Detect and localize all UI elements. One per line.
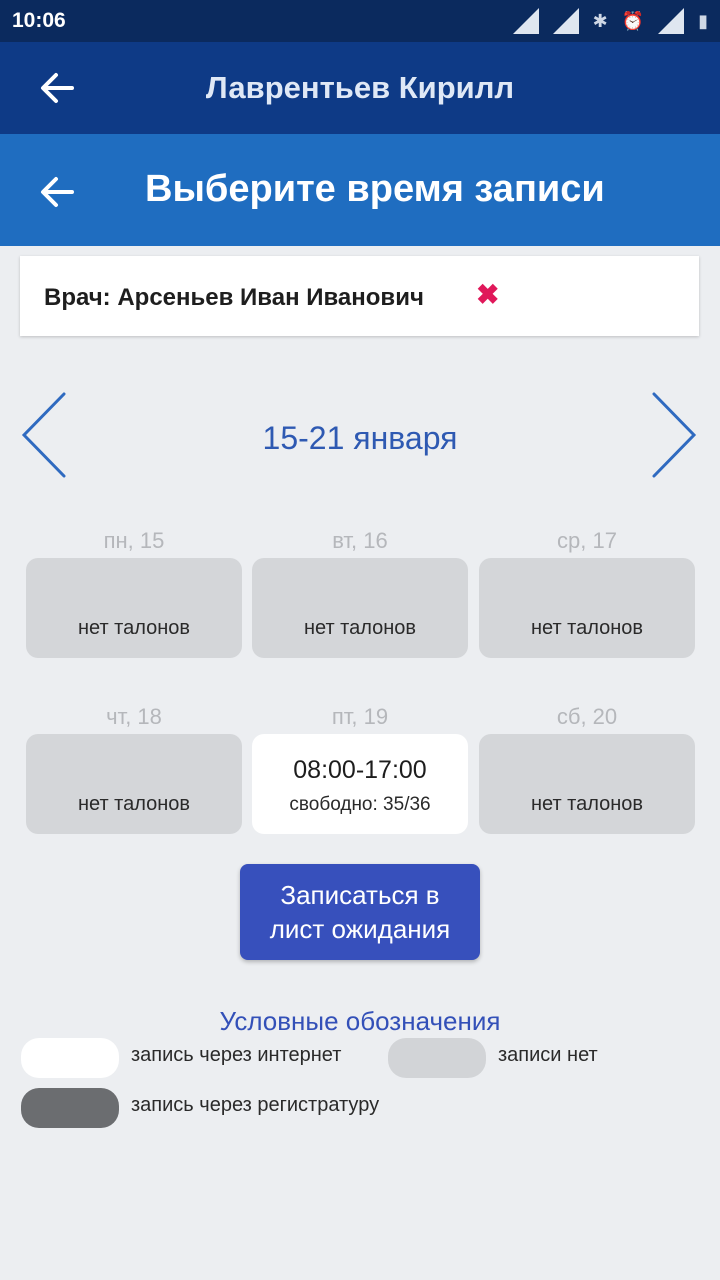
no-tickets-text: нет талонов xyxy=(530,793,644,815)
close-icon[interactable]: ✖ xyxy=(476,278,499,311)
legend-title: Условные обозначения xyxy=(219,1006,501,1036)
legend-swatch-none xyxy=(388,1038,486,1078)
page-back-button[interactable] xyxy=(36,171,78,213)
next-week-button[interactable] xyxy=(646,388,702,482)
no-tickets-text: нет талонов xyxy=(530,617,644,639)
wifi-icon xyxy=(658,8,685,34)
legend-text-none: записи нет xyxy=(498,1044,598,1066)
day-label: ср, 17 xyxy=(557,528,617,553)
chevron-right-icon xyxy=(652,392,697,478)
legend-text-registry: запись через регистратуру xyxy=(131,1094,380,1116)
no-tickets-text: нет талонов xyxy=(77,617,191,639)
day-slot-mon[interactable]: нет талонов xyxy=(26,558,242,658)
legend-swatch-registry xyxy=(21,1088,119,1128)
no-tickets-text: нет талонов xyxy=(303,617,417,639)
day-slot-wed[interactable]: нет талонов xyxy=(479,558,695,658)
day-label: вт, 16 xyxy=(332,528,388,553)
day-slot-fri[interactable]: 08:00-17:00 свободно: 35/36 xyxy=(252,734,468,834)
day-slot-sat[interactable]: нет талонов xyxy=(479,734,695,834)
alarm-icon: ⏰ xyxy=(621,11,645,31)
slot-free-count: свободно: 35/36 xyxy=(289,794,431,815)
status-time: 10:06 xyxy=(12,9,66,32)
app-header: Лаврентьев Кирилл xyxy=(0,42,720,134)
doctor-card: Врач: Арсеньев Иван Иванович ✖ xyxy=(20,256,699,336)
patient-name: Лаврентьев Кирилл xyxy=(205,70,515,105)
back-arrow-icon xyxy=(41,177,74,207)
bluetooth-icon: ✱ xyxy=(592,11,608,31)
day-slot-thu[interactable]: нет талонов xyxy=(26,734,242,834)
page-title: Выберите время записи xyxy=(145,168,605,210)
page-header: Выберите время записи xyxy=(0,134,720,246)
waitlist-button[interactable]: Записаться в лист ожидания xyxy=(240,864,480,960)
day-label: пт, 19 xyxy=(331,704,389,729)
day-slot-tue[interactable]: нет талонов xyxy=(252,558,468,658)
week-label: 15-21 января xyxy=(262,420,458,456)
status-icons: ✱ ⏰ ▮ xyxy=(512,8,708,34)
slot-time: 08:00-17:00 xyxy=(293,756,427,784)
battery-icon: ▮ xyxy=(698,11,708,31)
day-label: чт, 18 xyxy=(106,704,162,729)
waitlist-button-label: Записаться в лист ожидания xyxy=(269,880,451,944)
no-tickets-text: нет талонов xyxy=(77,793,191,815)
status-bar: 10:06 ✱ ⏰ ▮ xyxy=(0,0,720,42)
legend-text-internet: запись через интернет xyxy=(131,1044,342,1066)
day-label: сб, 20 xyxy=(556,704,618,729)
legend-swatch-internet xyxy=(21,1038,119,1078)
signal-icon xyxy=(512,8,539,34)
doctor-label: Врач: Арсеньев Иван Иванович xyxy=(44,284,424,311)
signal-4g-icon xyxy=(552,8,579,34)
day-label: пн, 15 xyxy=(103,528,165,553)
